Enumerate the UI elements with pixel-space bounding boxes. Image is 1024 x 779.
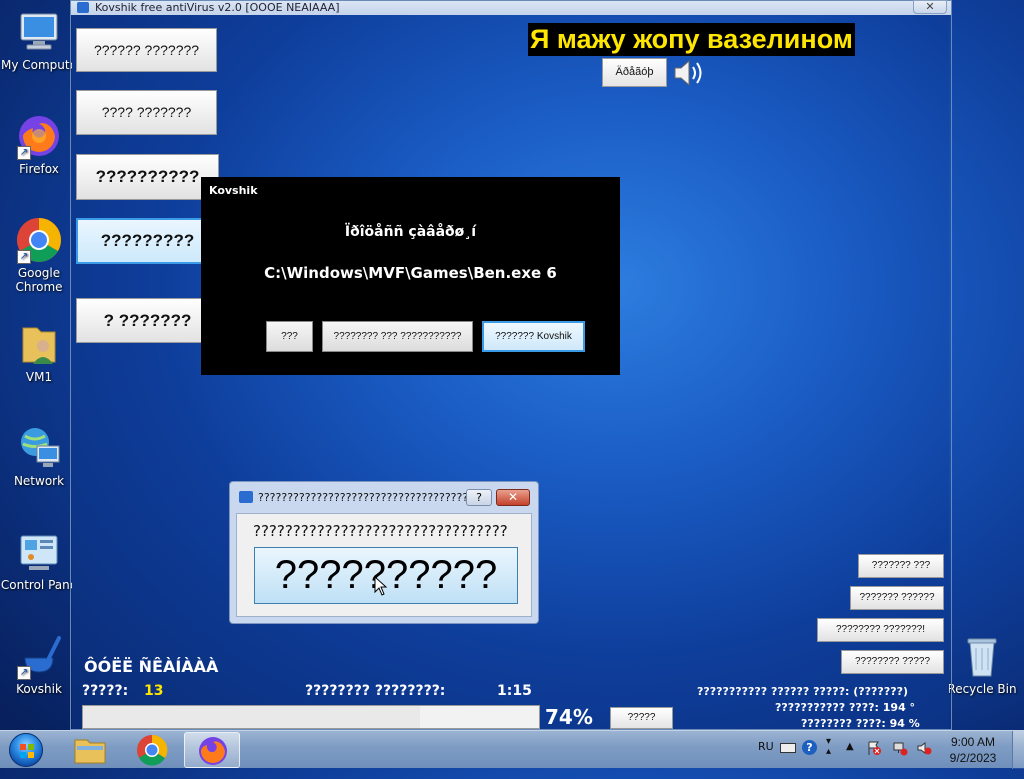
- app-icon: [239, 491, 253, 503]
- question-dialog-title: ?????????????????????????????????????...: [258, 491, 466, 504]
- shortcut-arrow-icon: ↗: [17, 666, 31, 680]
- window-titlebar[interactable]: Kovshik free antiVirus v2.0 [OOOE NEAIAA…: [71, 0, 951, 15]
- show-desktop-button[interactable]: [1012, 731, 1024, 769]
- firefox-icon: [199, 737, 227, 765]
- top-action-button[interactable]: Äðåãóþ: [602, 58, 667, 87]
- network-tray-icon[interactable]: [892, 740, 908, 756]
- menu-button-3[interactable]: ??????????: [76, 154, 219, 200]
- start-button[interactable]: [4, 732, 48, 768]
- kovshik-dialog: Kovshik Ïðîöåññ çàâåðø¸í C:\Windows\MVF\…: [201, 177, 620, 375]
- firefox-icon: ↗: [15, 112, 63, 160]
- desktop-icon-vm1[interactable]: VM1: [0, 320, 78, 384]
- taskbar-chrome[interactable]: [124, 732, 180, 768]
- found-value: 13: [144, 683, 164, 699]
- progress-percent: 74%: [545, 705, 593, 729]
- desktop-icon-recycle-bin[interactable]: Recycle Bin: [940, 632, 1024, 696]
- dialog-file-path: C:\Windows\MVF\Games\Ben.exe 6: [264, 264, 557, 282]
- section-title: ÔÓËË ÑÊÀÍÀÀÀ: [84, 657, 219, 676]
- keyboard-icon[interactable]: [780, 743, 796, 753]
- dialog-button-2[interactable]: ???????? ??? ???????????: [322, 321, 473, 352]
- menu-button-5[interactable]: ? ???????: [76, 298, 219, 343]
- network-icon: [15, 424, 63, 472]
- system-info-line-1: ??????????? ?????? ?????: (???????): [697, 685, 908, 698]
- desktop-icon-my-computer[interactable]: My Compute: [0, 8, 78, 72]
- menu-button-4[interactable]: ?????????: [76, 218, 219, 264]
- taskbar-firefox[interactable]: [184, 732, 240, 768]
- help-button[interactable]: ?: [466, 489, 492, 506]
- side-button-1[interactable]: ??????? ???: [858, 554, 944, 578]
- desktop-icon-chrome[interactable]: ↗ Google Chrome: [0, 216, 78, 294]
- close-button[interactable]: ✕: [496, 489, 530, 506]
- mouse-cursor-icon: [374, 575, 388, 596]
- volume-muted-icon[interactable]: [916, 740, 932, 756]
- user-folder-icon: [15, 320, 63, 368]
- dialog-button-3[interactable]: ??????? Kovshik: [482, 321, 585, 352]
- updown-arrows-icon[interactable]: ▾ ▴: [826, 737, 831, 775]
- windows-logo-icon: [9, 733, 43, 767]
- system-info-line-3: ???????? ????: 94 %: [801, 717, 920, 730]
- window-title: Kovshik free antiVirus v2.0 [OOOE NEAIAA…: [95, 1, 340, 14]
- desktop-icon-kovshik[interactable]: ↗ Kovshik: [0, 632, 78, 696]
- question-label: ????????????????????????????????: [253, 522, 508, 540]
- stop-button[interactable]: ?????: [610, 707, 673, 729]
- desktop-icon-label: VM1: [25, 370, 53, 384]
- found-label: ?????:: [82, 683, 129, 699]
- computer-icon: [15, 8, 63, 56]
- system-info-line-2: ??????????? ????: 194 °: [775, 701, 916, 714]
- shortcut-arrow-icon: ↗: [17, 146, 31, 160]
- time-value: 1:15: [497, 683, 532, 699]
- help-icon[interactable]: ?: [802, 740, 817, 755]
- clock-date: 9/2/2023: [949, 751, 997, 765]
- desktop-icon-label: Recycle Bin: [947, 682, 1017, 696]
- side-button-2[interactable]: ??????? ??????: [850, 586, 944, 610]
- dialog-message: Ïðîöåññ çàâåðø¸í: [344, 224, 477, 240]
- recycle-bin-icon: [958, 632, 1006, 680]
- shortcut-arrow-icon: ↗: [17, 250, 31, 264]
- app-icon: [77, 2, 89, 13]
- chrome-icon: ↗: [15, 216, 63, 264]
- desktop-icon-firefox[interactable]: ↗ Firefox: [0, 112, 78, 176]
- side-button-4[interactable]: ???????? ?????: [841, 650, 944, 674]
- flag-icon[interactable]: [866, 740, 882, 756]
- ladle-icon: ↗: [15, 632, 63, 680]
- desktop-icon-label: Control Pane: [0, 578, 78, 592]
- side-button-3[interactable]: ???????? ???????!: [817, 618, 944, 642]
- scan-progress-bar: [82, 705, 540, 729]
- desktop-icon-label: Google Chrome: [15, 266, 63, 294]
- control-panel-icon: [15, 528, 63, 576]
- time-label: ???????? ????????:: [305, 683, 446, 699]
- window-close-button[interactable]: ✕: [913, 0, 947, 14]
- menu-button-2[interactable]: ???? ???????: [76, 90, 217, 135]
- folder-icon: [74, 739, 106, 764]
- chrome-icon: [137, 734, 168, 766]
- desktop-icon-label: Firefox: [19, 162, 59, 176]
- scan-progress-fill: [83, 706, 421, 728]
- desktop-icon-label: Network: [13, 474, 65, 488]
- menu-button-1[interactable]: ?????? ???????: [76, 28, 217, 72]
- dialog-title: Kovshik: [209, 184, 258, 197]
- desktop-icon-network[interactable]: Network: [0, 424, 78, 488]
- banner-text: Я мажу жопу вазелином: [528, 23, 855, 56]
- taskbar: RU ? ▾ ▴ ▲ 9:00 AM 9/2/2023: [0, 730, 1024, 769]
- desktop-icon-label: My Compute: [1, 58, 77, 72]
- speaker-icon[interactable]: [672, 58, 708, 88]
- dialog-button-1[interactable]: ???: [266, 321, 313, 352]
- question-dialog-body: ???????????????????????????????? ???????…: [236, 513, 532, 617]
- clock-time: 9:00 AM: [950, 735, 996, 749]
- language-indicator[interactable]: RU: [758, 740, 774, 778]
- clock[interactable]: 9:00 AM 9/2/2023: [942, 734, 1004, 766]
- show-hidden-icons[interactable]: ▲: [846, 741, 854, 779]
- question-dialog: ?????????????????????????????????????...…: [229, 481, 539, 624]
- desktop-icon-control-panel[interactable]: Control Pane: [0, 528, 78, 592]
- desktop-icon-label: Kovshik: [16, 682, 62, 696]
- taskbar-explorer[interactable]: [62, 732, 118, 768]
